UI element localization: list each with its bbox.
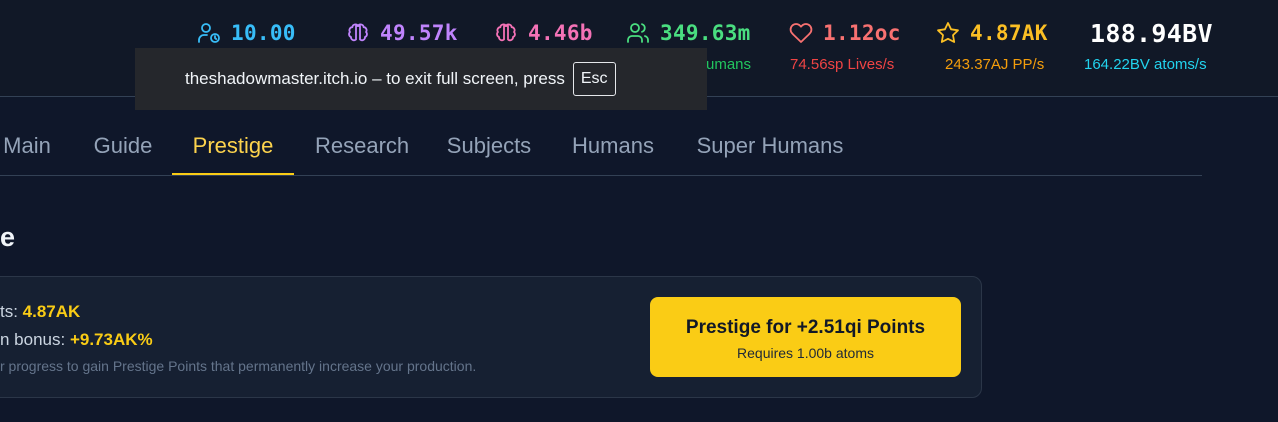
stat-humans: 349.63m umans <box>626 18 751 73</box>
prestige-points-line: ts: 4.87AK <box>0 302 80 322</box>
stat-brain-primary: 49.57k <box>346 18 458 48</box>
stat-time: 10.00 <box>197 18 296 48</box>
app-root: 10.00 49.57k 4.46b 349.63m umans 1.12oc … <box>0 0 1278 422</box>
heart-icon <box>789 21 813 45</box>
stat-atoms: 188.94BV 164.22BV atoms/s <box>1084 18 1213 74</box>
stat-value: 1.12oc <box>823 21 901 45</box>
stat-rate: umans <box>706 56 752 73</box>
esc-key-hint: Esc <box>572 62 616 96</box>
tab-humans[interactable]: Humans <box>570 118 656 175</box>
stat-value: 349.63m <box>660 21 751 45</box>
stat-value: 4.87AK <box>970 21 1048 45</box>
tab-main[interactable]: Main <box>0 118 54 175</box>
user-clock-icon <box>197 21 221 45</box>
prestige-bonus-line: n bonus: +9.73AK% <box>0 330 153 350</box>
prestige-button[interactable]: Prestige for +2.51qi Points Requires 1.0… <box>650 297 961 377</box>
prestige-points-value: 4.87AK <box>22 302 81 321</box>
stat-value: 10.00 <box>231 21 296 45</box>
stat-rate: 74.56sp Lives/s <box>790 56 895 73</box>
tab-prestige[interactable]: Prestige <box>172 118 294 175</box>
tab-research[interactable]: Research <box>315 118 409 175</box>
tab-super-humans[interactable]: Super Humans <box>694 118 846 175</box>
stat-value: 49.57k <box>380 21 458 45</box>
brain-icon <box>494 21 518 45</box>
stat-rate: 164.22BV atoms/s <box>1084 56 1207 73</box>
stat-brain-secondary: 4.46b <box>494 18 593 48</box>
tab-bar: Main Guide Prestige Research Subjects Hu… <box>0 118 1202 176</box>
stat-value: 188.94BV <box>1090 18 1213 48</box>
users-icon <box>626 21 650 45</box>
prestige-bonus-label: n bonus: <box>0 330 70 349</box>
prestige-button-requirement: Requires 1.00b atoms <box>737 345 874 361</box>
fullscreen-notice: theshadowmaster.itch.io – to exit full s… <box>135 48 707 110</box>
star-icon <box>936 21 960 45</box>
fullscreen-notice-text: theshadowmaster.itch.io – to exit full s… <box>185 69 565 88</box>
section-title: e <box>0 222 16 252</box>
prestige-bonus-value: +9.73AK% <box>69 330 153 349</box>
prestige-description: r progress to gain Prestige Points that … <box>0 358 477 374</box>
tab-guide[interactable]: Guide <box>92 118 154 175</box>
prestige-points-label: ts: <box>0 302 23 321</box>
stat-prestige-points: 4.87AK 243.37AJ PP/s <box>936 18 1048 73</box>
brain-icon <box>346 21 370 45</box>
stat-lives: 1.12oc 74.56sp Lives/s <box>789 18 901 73</box>
prestige-button-label: Prestige for +2.51qi Points <box>685 317 926 338</box>
stat-value: 4.46b <box>528 21 593 45</box>
tab-subjects[interactable]: Subjects <box>445 118 533 175</box>
stat-rate: 243.37AJ PP/s <box>945 56 1045 73</box>
